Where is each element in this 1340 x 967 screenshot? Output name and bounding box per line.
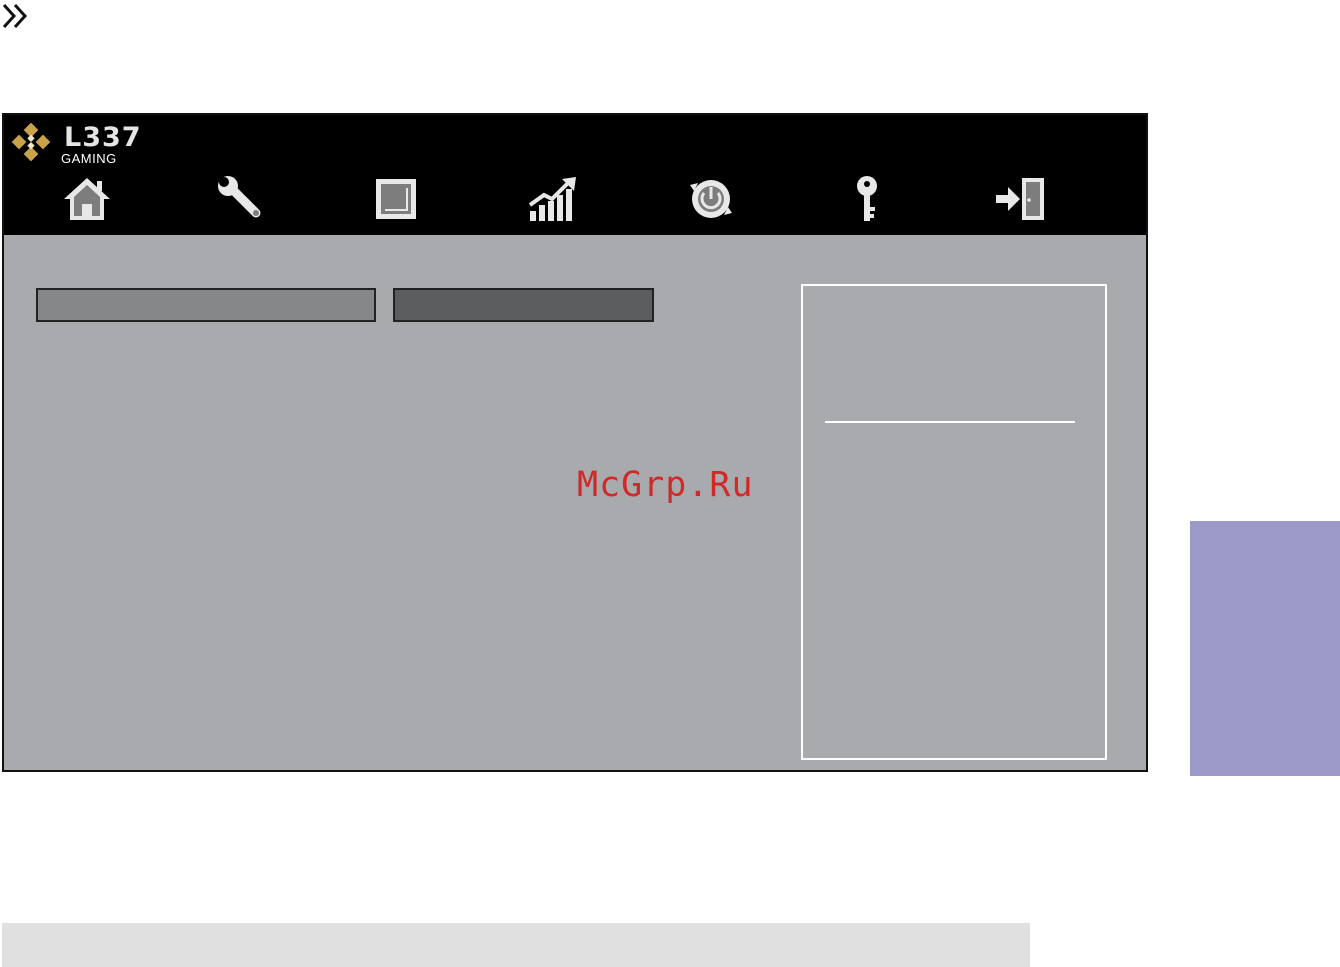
nav-chart-up-icon[interactable] — [526, 175, 580, 223]
nav-home-icon[interactable] — [60, 175, 114, 223]
footer-bar — [2, 923, 1030, 967]
logo-brand-text: L337 — [64, 122, 142, 153]
nav-key-icon[interactable] — [840, 175, 894, 223]
nav-power-icon[interactable] — [684, 175, 738, 223]
help-divider — [825, 421, 1075, 423]
menu-item-bar-selected[interactable] — [393, 288, 654, 322]
watermark-text: McGrp.Ru — [577, 465, 754, 505]
nav-wrench-icon[interactable] — [214, 175, 268, 223]
bios-screen: L337 GAMING — [2, 113, 1148, 772]
help-panel — [801, 284, 1107, 760]
brand-logo: L337 GAMING — [8, 119, 168, 171]
chapter-side-tab — [1190, 521, 1340, 776]
double-chevron-right-icon — [2, 2, 32, 30]
logo-subtitle: GAMING — [61, 151, 117, 166]
bios-header: L337 GAMING — [4, 115, 1146, 235]
menu-item-bar-inactive[interactable] — [36, 288, 376, 322]
nav-exit-icon[interactable] — [994, 175, 1048, 223]
nav-chip-icon[interactable] — [369, 175, 423, 223]
